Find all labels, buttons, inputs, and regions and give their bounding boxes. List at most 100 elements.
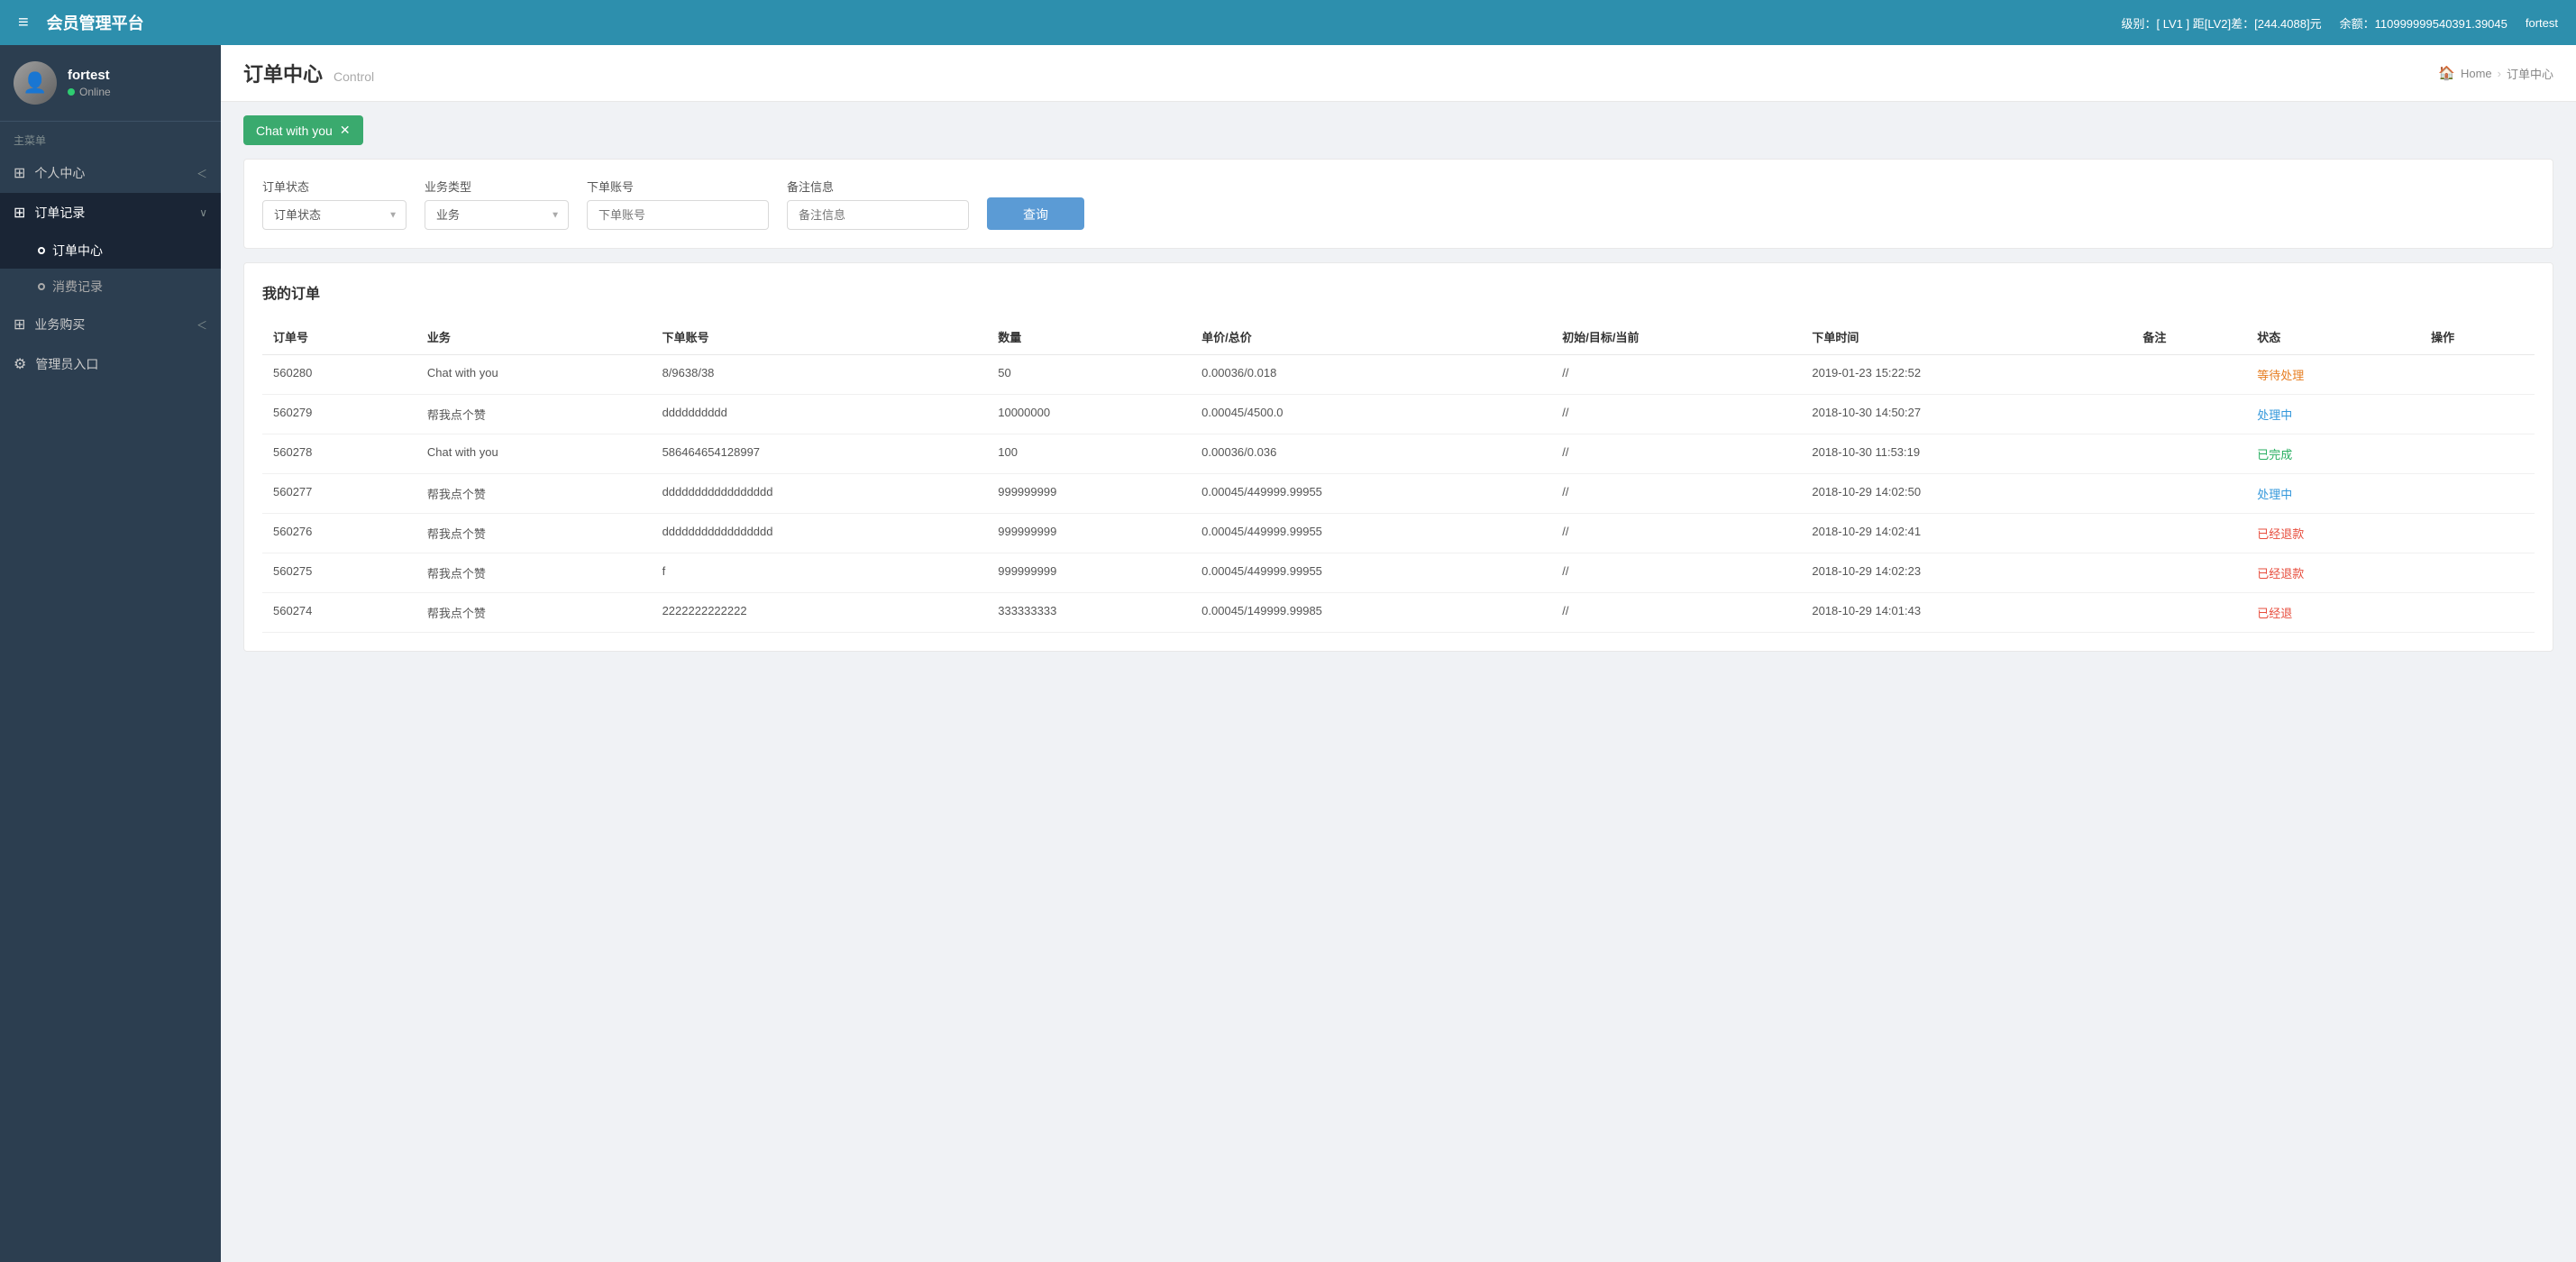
status-label: Online — [79, 86, 111, 98]
cell-operation — [2420, 395, 2535, 434]
filter-row: 订单状态 订单状态 等待处理 处理中 已完成 已经退款 业务类型 — [262, 178, 2535, 230]
filter-tag-close[interactable]: ✕ — [340, 123, 351, 138]
cell-target: // — [1551, 474, 1801, 514]
cell-time: 2018-10-29 14:02:41 — [1801, 514, 2132, 553]
cell-business: 帮我点个赞 — [416, 593, 652, 633]
cell-order-no: 560279 — [262, 395, 416, 434]
gear-icon: ⚙ — [14, 355, 26, 373]
filter-account-input[interactable] — [587, 200, 769, 230]
cell-time: 2018-10-29 14:02:23 — [1801, 553, 2132, 593]
col-remark: 备注 — [2132, 319, 2246, 355]
cell-price: 0.00045/149999.99985 — [1191, 593, 1551, 633]
sidebar-item-label-orders: 订单记录 — [34, 204, 85, 222]
menu-toggle-icon[interactable]: ≡ — [18, 13, 29, 33]
filter-tag[interactable]: Chat with you ✕ — [243, 115, 363, 145]
filter-status-label: 订单状态 — [262, 178, 406, 195]
filter-business-select[interactable]: 业务 Chat with you 帮我点个赞 — [425, 200, 569, 230]
col-status: 状态 — [2246, 319, 2420, 355]
table-row: 560276 帮我点个赞 ddddddddddddddddd 999999999… — [262, 514, 2535, 553]
table-row: 560280 Chat with you 8/9638/38 50 0.0003… — [262, 355, 2535, 395]
personal-icon: ⊞ — [14, 164, 25, 182]
cell-business: Chat with you — [416, 434, 652, 474]
cell-account: f — [652, 553, 988, 593]
level-value: LV1 — [2163, 17, 2183, 31]
cell-order-no: 560277 — [262, 474, 416, 514]
filter-group-business: 业务类型 业务 Chat with you 帮我点个赞 — [425, 178, 569, 230]
level-diff: 244.4088 — [2258, 17, 2307, 31]
filter-business-wrapper: 业务 Chat with you 帮我点个赞 — [425, 200, 569, 230]
cell-price: 0.00045/449999.99955 — [1191, 474, 1551, 514]
chevron-right-icon: ＜ — [196, 166, 207, 181]
filter-status-wrapper: 订单状态 等待处理 处理中 已完成 已经退款 — [262, 200, 406, 230]
status-dot — [68, 88, 75, 96]
cell-time: 2019-01-23 15:22:52 — [1801, 355, 2132, 395]
home-icon: 🏠 — [2438, 65, 2455, 81]
cell-account: 586464654128997 — [652, 434, 988, 474]
main-layout: 👤 fortest Online 主菜单 ⊞ 个人中心 ＜ ⊞ 订单记录 — [0, 45, 2576, 1262]
cell-time: 2018-10-29 14:01:43 — [1801, 593, 2132, 633]
user-section: 👤 fortest Online — [0, 45, 221, 122]
business-icon: ⊞ — [14, 316, 25, 334]
sidebar-item-business[interactable]: ⊞ 业务购买 ＜ — [0, 305, 221, 344]
menu-label: 主菜单 — [0, 122, 221, 153]
breadcrumb-home: Home — [2461, 67, 2492, 80]
cell-business: Chat with you — [416, 355, 652, 395]
cell-target: // — [1551, 514, 1801, 553]
sidebar-item-label-admin: 管理员入口 — [35, 355, 98, 373]
chevron-down-icon: ∨ — [199, 206, 207, 219]
breadcrumb: 🏠 Home › 订单中心 — [2438, 65, 2553, 82]
table-row: 560279 帮我点个赞 dddddddddd 10000000 0.00045… — [262, 395, 2535, 434]
header-username: fortest — [2526, 16, 2558, 30]
orders-icon: ⊞ — [14, 204, 25, 222]
cell-quantity: 999999999 — [987, 514, 1191, 553]
cell-status: 处理中 — [2246, 395, 2420, 434]
cell-remark — [2132, 355, 2246, 395]
orders-section: 我的订单 订单号 业务 下单账号 数量 单价/总价 初始/目标/当前 下单时间 … — [243, 262, 2553, 652]
cell-price: 0.00045/449999.99955 — [1191, 553, 1551, 593]
col-operation: 操作 — [2420, 319, 2535, 355]
cell-account: ddddddddddddddddd — [652, 474, 988, 514]
filter-section: 订单状态 订单状态 等待处理 处理中 已完成 已经退款 业务类型 — [243, 159, 2553, 249]
balance-label: 余额： — [2340, 17, 2375, 31]
cell-operation — [2420, 434, 2535, 474]
cell-operation — [2420, 514, 2535, 553]
orders-title: 我的订单 — [262, 281, 2535, 303]
sidebar-item-admin[interactable]: ⚙ 管理员入口 — [0, 344, 221, 384]
sidebar-item-personal[interactable]: ⊞ 个人中心 ＜ — [0, 153, 221, 193]
filter-remark-input[interactable] — [787, 200, 969, 230]
col-target: 初始/目标/当前 — [1551, 319, 1801, 355]
cell-target: // — [1551, 434, 1801, 474]
chevron-right-icon-2: ＜ — [196, 317, 207, 333]
top-header: ≡ 会员管理平台 级别：[ LV1 ] 距[LV2]差：[244.4088]元 … — [0, 0, 2576, 45]
cell-price: 0.00036/0.036 — [1191, 434, 1551, 474]
cell-status: 已经退款 — [2246, 514, 2420, 553]
cell-remark — [2132, 395, 2246, 434]
site-title: 会员管理平台 — [47, 11, 144, 34]
table-header: 订单号 业务 下单账号 数量 单价/总价 初始/目标/当前 下单时间 备注 状态… — [262, 319, 2535, 355]
cell-operation — [2420, 474, 2535, 514]
cell-order-no: 560280 — [262, 355, 416, 395]
sidebar-item-orders[interactable]: ⊞ 订单记录 ∨ — [0, 193, 221, 233]
level-info: 级别：[ LV1 ] 距[LV2]差：[244.4088]元 — [2122, 14, 2322, 32]
cell-status: 处理中 — [2246, 474, 2420, 514]
query-button[interactable]: 查询 — [987, 197, 1084, 230]
sidebar-item-order-center[interactable]: 订单中心 — [0, 233, 221, 269]
header-right: 级别：[ LV1 ] 距[LV2]差：[244.4088]元 余额：110999… — [2122, 14, 2559, 32]
cell-order-no: 560274 — [262, 593, 416, 633]
cell-price: 0.00045/4500.0 — [1191, 395, 1551, 434]
table-row: 560274 帮我点个赞 2222222222222 333333333 0.0… — [262, 593, 2535, 633]
col-business: 业务 — [416, 319, 652, 355]
user-info: fortest Online — [68, 68, 111, 98]
sidebar-item-consumption[interactable]: 消费记录 — [0, 269, 221, 305]
cell-target: // — [1551, 553, 1801, 593]
cell-quantity: 999999999 — [987, 474, 1191, 514]
cell-status: 已经退款 — [2246, 553, 2420, 593]
cell-business: 帮我点个赞 — [416, 395, 652, 434]
cell-status: 已经退 — [2246, 593, 2420, 633]
cell-quantity: 100 — [987, 434, 1191, 474]
sidebar-item-label-consumption: 消费记录 — [52, 278, 103, 296]
page-subtitle: Control — [333, 69, 374, 84]
col-account: 下单账号 — [652, 319, 988, 355]
filter-status-select[interactable]: 订单状态 等待处理 处理中 已完成 已经退款 — [262, 200, 406, 230]
col-time: 下单时间 — [1801, 319, 2132, 355]
